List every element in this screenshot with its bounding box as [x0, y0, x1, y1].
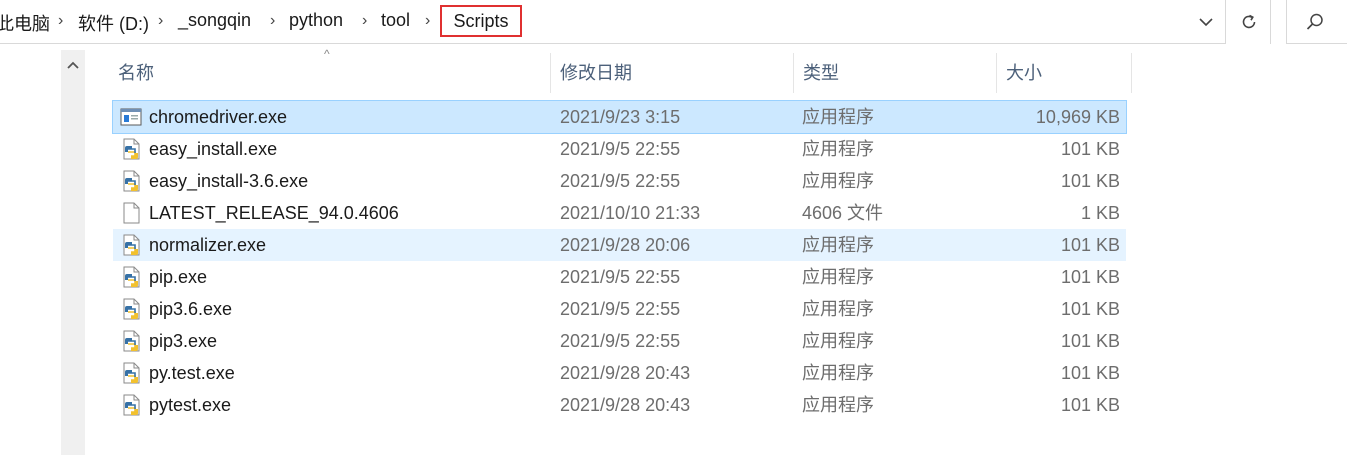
- file-type: 应用程序: [802, 267, 874, 287]
- file-name: easy_install.exe: [149, 139, 278, 159]
- breadcrumb-python[interactable]: python: [289, 10, 343, 31]
- file-type: 应用程序: [802, 331, 874, 351]
- file-row[interactable]: easy_install.exe 2021/9/5 22:55 应用程序 101 KB: [113, 133, 1126, 165]
- file-modified-date: 2021/9/5 22:55: [560, 331, 681, 351]
- file-row[interactable]: py.test.exe 2021/9/28 20:43 应用程序 101 KB: [113, 357, 1126, 389]
- file-size: 101 KB: [1060, 139, 1120, 159]
- file-size: 101 KB: [1060, 331, 1120, 351]
- file-name: pip.exe: [149, 267, 208, 287]
- file-name: pip3.exe: [149, 331, 218, 351]
- exe-window-icon: [119, 105, 143, 129]
- chevron-down-icon: [1199, 18, 1213, 27]
- python-file-icon: [119, 393, 143, 417]
- python-file-icon: [119, 169, 143, 193]
- file-modified-date: 2021/9/5 22:55: [560, 267, 681, 287]
- file-type: 应用程序: [802, 299, 874, 319]
- search-icon: [1306, 13, 1323, 30]
- file-type: 应用程序: [802, 235, 874, 255]
- python-file-icon: [119, 329, 143, 353]
- breadcrumb[interactable]: 此电脑 › 软件 (D:) › _songqin › python › tool…: [0, 0, 1226, 44]
- file-size: 101 KB: [1060, 171, 1120, 191]
- file-row[interactable]: LATEST_RELEASE_94.0.4606 2021/10/10 21:33…: [113, 197, 1126, 229]
- column-header-date[interactable]: 修改日期: [550, 53, 793, 93]
- refresh-button[interactable]: [1227, 0, 1271, 44]
- blank-file-icon: [119, 201, 143, 225]
- file-name: LATEST_RELEASE_94.0.4606: [149, 203, 399, 223]
- column-header-name[interactable]: 名称: [108, 53, 550, 93]
- breadcrumb-scripts[interactable]: Scripts: [440, 5, 522, 37]
- file-size: 101 KB: [1060, 267, 1120, 287]
- file-name: pip3.6.exe: [149, 299, 233, 319]
- column-header-type[interactable]: 类型: [793, 53, 996, 93]
- file-size: 101 KB: [1060, 363, 1120, 383]
- file-size: 101 KB: [1060, 299, 1120, 319]
- python-file-icon: [119, 137, 143, 161]
- file-type: 应用程序: [802, 139, 874, 159]
- file-name: py.test.exe: [149, 363, 235, 383]
- file-row[interactable]: chromedriver.exe 2021/9/23 3:15 应用程序 10,969…: [112, 100, 1127, 134]
- breadcrumb-drive-d[interactable]: 软件 (D:): [78, 10, 149, 36]
- chevron-right-icon[interactable]: ›: [362, 12, 367, 30]
- file-size: 1 KB: [1080, 203, 1120, 223]
- chevron-right-icon[interactable]: ›: [270, 12, 275, 30]
- file-row[interactable]: pip3.6.exe 2021/9/5 22:55 应用程序 101 KB: [113, 293, 1126, 325]
- vertical-scrollbar[interactable]: [61, 50, 85, 455]
- file-modified-date: 2021/9/5 22:55: [560, 139, 681, 159]
- file-size: 10,969 KB: [1035, 107, 1120, 127]
- python-file-icon: [119, 297, 143, 321]
- history-dropdown-button[interactable]: [1186, 0, 1226, 44]
- breadcrumb-tool[interactable]: tool: [381, 10, 410, 31]
- column-header-size[interactable]: 大小: [996, 53, 1132, 93]
- file-modified-date: 2021/9/28 20:43: [560, 363, 691, 383]
- file-name: easy_install-3.6.exe: [149, 171, 309, 191]
- file-modified-date: 2021/9/5 22:55: [560, 299, 681, 319]
- chevron-up-icon: [67, 61, 79, 69]
- chevron-right-icon[interactable]: ›: [158, 12, 163, 30]
- file-modified-date: 2021/9/5 22:55: [560, 171, 681, 191]
- file-row[interactable]: pytest.exe 2021/9/28 20:43 应用程序 101 KB: [113, 389, 1126, 421]
- file-size: 101 KB: [1060, 235, 1120, 255]
- column-header: ^ 名称 修改日期 类型 大小: [108, 47, 1132, 93]
- file-type: 4606 文件: [802, 203, 884, 223]
- file-type: 应用程序: [802, 363, 874, 383]
- column-divider[interactable]: [1131, 53, 1132, 93]
- file-row[interactable]: normalizer.exe 2021/9/28 20:06 应用程序 101 KB: [113, 229, 1126, 261]
- scroll-up-button[interactable]: [61, 50, 85, 80]
- address-bar: 此电脑 › 软件 (D:) › _songqin › python › tool…: [0, 0, 1347, 44]
- file-name: chromedriver.exe: [149, 107, 288, 127]
- python-file-icon: [119, 361, 143, 385]
- python-file-icon: [119, 265, 143, 289]
- file-modified-date: 2021/9/28 20:43: [560, 395, 691, 415]
- file-row[interactable]: pip.exe 2021/9/5 22:55 应用程序 101 KB: [113, 261, 1126, 293]
- file-modified-date: 2021/9/23 3:15: [560, 107, 681, 127]
- file-name: pytest.exe: [149, 395, 232, 415]
- chevron-right-icon[interactable]: ›: [58, 12, 63, 30]
- file-type: 应用程序: [802, 395, 874, 415]
- search-box[interactable]: [1286, 0, 1347, 44]
- refresh-icon: [1242, 14, 1255, 29]
- file-modified-date: 2021/10/10 21:33: [560, 203, 701, 223]
- file-row[interactable]: easy_install-3.6.exe 2021/9/5 22:55 应用程序 10…: [113, 165, 1126, 197]
- file-row[interactable]: pip3.exe 2021/9/5 22:55 应用程序 101 KB: [113, 325, 1126, 357]
- file-name: normalizer.exe: [149, 235, 267, 255]
- chevron-right-icon[interactable]: ›: [425, 12, 430, 30]
- file-type: 应用程序: [802, 171, 874, 191]
- file-modified-date: 2021/9/28 20:06: [560, 235, 691, 255]
- breadcrumb-songqin[interactable]: _songqin: [178, 10, 251, 31]
- breadcrumb-this-pc[interactable]: 此电脑: [0, 10, 50, 36]
- file-size: 101 KB: [1060, 395, 1120, 415]
- python-file-icon: [119, 233, 143, 257]
- file-type: 应用程序: [802, 107, 874, 127]
